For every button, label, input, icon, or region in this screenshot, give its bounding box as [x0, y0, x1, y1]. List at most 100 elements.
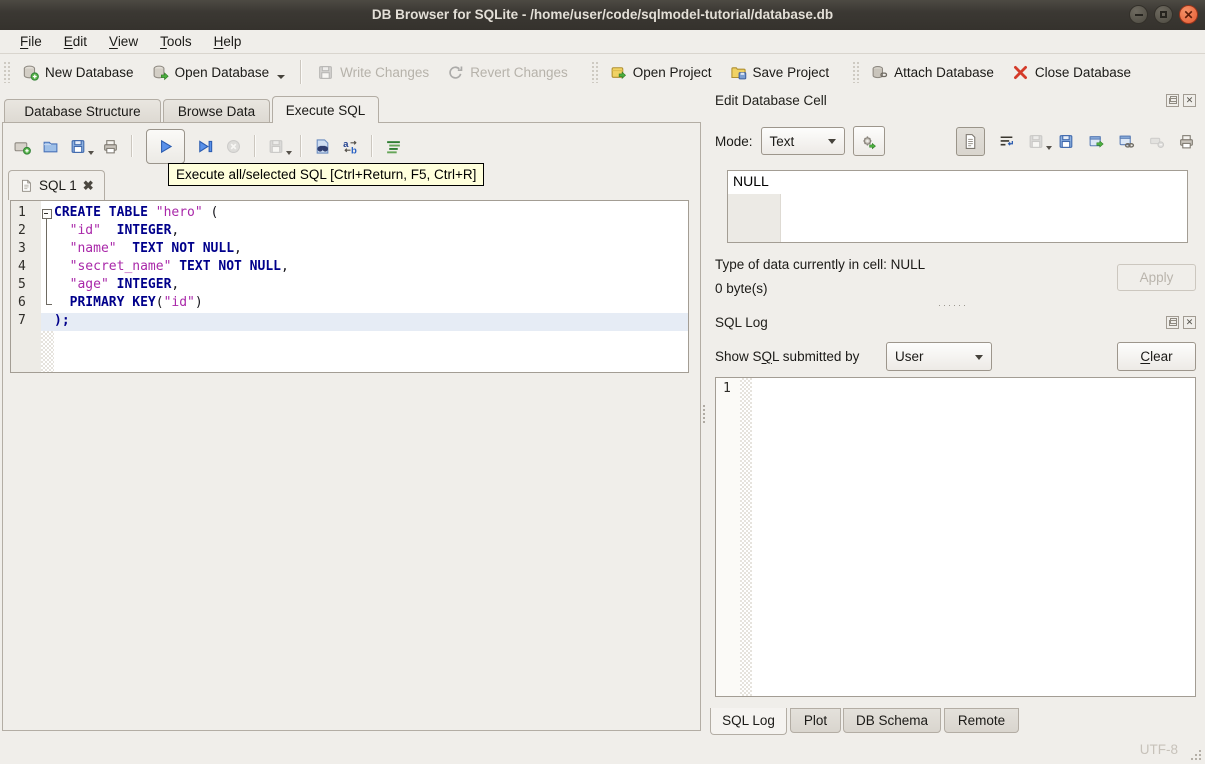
sql-document-icon — [22, 179, 31, 192]
cell-editor[interactable]: NULL — [727, 170, 1188, 243]
save-sql-file-button[interactable] — [70, 138, 94, 155]
sql-editor-tab[interactable]: SQL 1 ✖ — [8, 170, 105, 200]
tab-execute-sql[interactable]: Execute SQL — [272, 96, 379, 123]
dock-tab-plot[interactable]: Plot — [790, 708, 841, 733]
open-database-icon — [153, 65, 169, 80]
find-icon — [316, 138, 329, 154]
menu-file[interactable]: File — [10, 32, 52, 51]
sql-log-view[interactable]: 1 — [715, 377, 1196, 697]
close-sql-tab-icon[interactable]: ✖ — [83, 178, 94, 194]
execute-line-icon — [199, 139, 213, 153]
save-cell-icon — [1029, 134, 1043, 148]
open-in-external-button[interactable] — [1118, 133, 1135, 150]
new-database-button[interactable]: New Database — [13, 59, 143, 86]
tab-database-structure[interactable]: Database Structure — [4, 99, 161, 123]
toolbar-separator — [131, 135, 133, 157]
write-changes-icon — [319, 65, 333, 79]
revert-changes-icon — [449, 65, 463, 79]
auto-apply-button[interactable] — [852, 126, 885, 156]
menu-view[interactable]: View — [99, 32, 148, 51]
print-icon — [1180, 134, 1193, 148]
tab-browse-data[interactable]: Browse Data — [163, 99, 270, 123]
word-wrap-icon — [1000, 135, 1013, 146]
dock-tab-sql-log[interactable]: SQL Log — [710, 708, 787, 735]
export-cell-data-button[interactable] — [1088, 133, 1105, 150]
dock-tab-db-schema[interactable]: DB Schema — [843, 708, 941, 733]
code-line: PRIMARY KEY("id") — [41, 295, 688, 313]
word-wrap-button[interactable] — [998, 133, 1015, 150]
sql-log-filter-label: Show SQL submitted by — [715, 349, 860, 364]
vertical-splitter-handle[interactable] — [702, 403, 706, 425]
clear-log-button[interactable]: Clear — [1117, 342, 1196, 371]
revert-changes-button: Revert Changes — [438, 59, 577, 86]
text-mode-toggle[interactable] — [956, 126, 985, 156]
cell-type-info: Type of data currently in cell: NULL — [715, 257, 926, 272]
toolbar-drag-handle[interactable] — [590, 61, 598, 83]
close-button[interactable]: ✕ — [1179, 5, 1198, 24]
print-cell-button[interactable] — [1178, 133, 1195, 150]
open-project-icon — [611, 66, 626, 79]
maximize-button[interactable] — [1154, 5, 1173, 24]
log-content — [752, 378, 1195, 696]
toolbar-separator — [371, 135, 373, 157]
fold-margin-texture — [41, 331, 54, 372]
save-results-icon — [269, 139, 283, 153]
open-project-button[interactable]: Open Project — [601, 59, 721, 86]
menu-edit[interactable]: Edit — [54, 32, 97, 51]
format-sql-icon — [387, 140, 400, 153]
mode-value: Text — [769, 133, 795, 149]
attach-database-button[interactable]: Attach Database — [862, 59, 1003, 86]
cell-size-info: 0 byte(s) — [715, 281, 768, 296]
open-sql-file-button[interactable] — [42, 138, 59, 155]
import-icon — [1059, 134, 1073, 148]
format-sql-button[interactable] — [385, 138, 402, 155]
code-line: "secret_name" TEXT NOT NULL, — [41, 259, 688, 277]
close-dock-icon[interactable]: ✕ — [1183, 316, 1196, 329]
open-database-button[interactable]: Open Database — [143, 59, 295, 86]
close-database-icon — [1013, 65, 1027, 79]
chevron-down-icon — [975, 354, 983, 360]
menu-tools[interactable]: Tools — [150, 32, 202, 51]
toolbar-separator — [300, 60, 303, 84]
import-cell-data-button[interactable] — [1058, 133, 1075, 150]
link-icon — [1119, 135, 1135, 148]
menu-help[interactable]: Help — [204, 32, 252, 51]
execute-all-button[interactable] — [146, 128, 185, 164]
new-database-icon — [23, 65, 39, 81]
float-dock-icon[interactable] — [1166, 94, 1179, 107]
toolbar-separator — [254, 135, 256, 157]
code-line: "id" INTEGER, — [41, 223, 688, 241]
chevron-down-icon — [827, 139, 836, 144]
sql-log-filter-combobox[interactable]: User — [886, 342, 992, 371]
db-browser-window: DB Browser for SQLite - /home/user/code/… — [0, 0, 1205, 764]
cell-editor-margin — [728, 194, 781, 242]
print-sql-button[interactable] — [102, 138, 119, 155]
close-database-button[interactable]: Close Database — [1003, 59, 1140, 86]
encoding-indicator: UTF-8 — [1139, 742, 1178, 757]
log-fold-margin — [740, 378, 752, 696]
mode-combobox[interactable]: Text — [760, 127, 845, 155]
find-button[interactable] — [314, 138, 331, 155]
minimize-button[interactable] — [1129, 5, 1148, 24]
toolbar-drag-handle[interactable] — [852, 61, 860, 83]
tooltip-execute-sql: Execute all/selected SQL [Ctrl+Return, F… — [168, 163, 485, 186]
dock-splitter-handle[interactable]: ······ — [710, 301, 1196, 310]
sql-code[interactable]: CREATE TABLE "hero" ( "id" INTEGER, "nam… — [41, 201, 688, 372]
document-text-icon — [965, 133, 976, 149]
new-sql-tab-button[interactable] — [14, 138, 31, 155]
replace-button[interactable]: a b — [342, 138, 359, 155]
save-file-dropdown-arrow[interactable] — [88, 150, 94, 155]
resize-grip[interactable] — [1199, 758, 1201, 760]
toolbar-drag-handle[interactable] — [3, 61, 10, 83]
open-database-dropdown-arrow[interactable] — [277, 74, 286, 79]
svg-text:a: a — [343, 139, 349, 150]
code-line: CREATE TABLE "hero" ( — [41, 205, 688, 223]
float-dock-icon[interactable] — [1166, 316, 1179, 329]
execute-current-line-button[interactable] — [197, 138, 214, 155]
dock-tab-remote[interactable]: Remote — [944, 708, 1019, 733]
save-project-button[interactable]: Save Project — [721, 59, 839, 86]
line-number-gutter: 1234567 — [11, 201, 41, 372]
edit-cell-dock-buttons: ✕ — [1166, 94, 1196, 107]
close-dock-icon[interactable]: ✕ — [1183, 94, 1196, 107]
sql-editor[interactable]: 1234567 CREATE TABLE "hero" ( "id" INTEG… — [10, 200, 689, 373]
